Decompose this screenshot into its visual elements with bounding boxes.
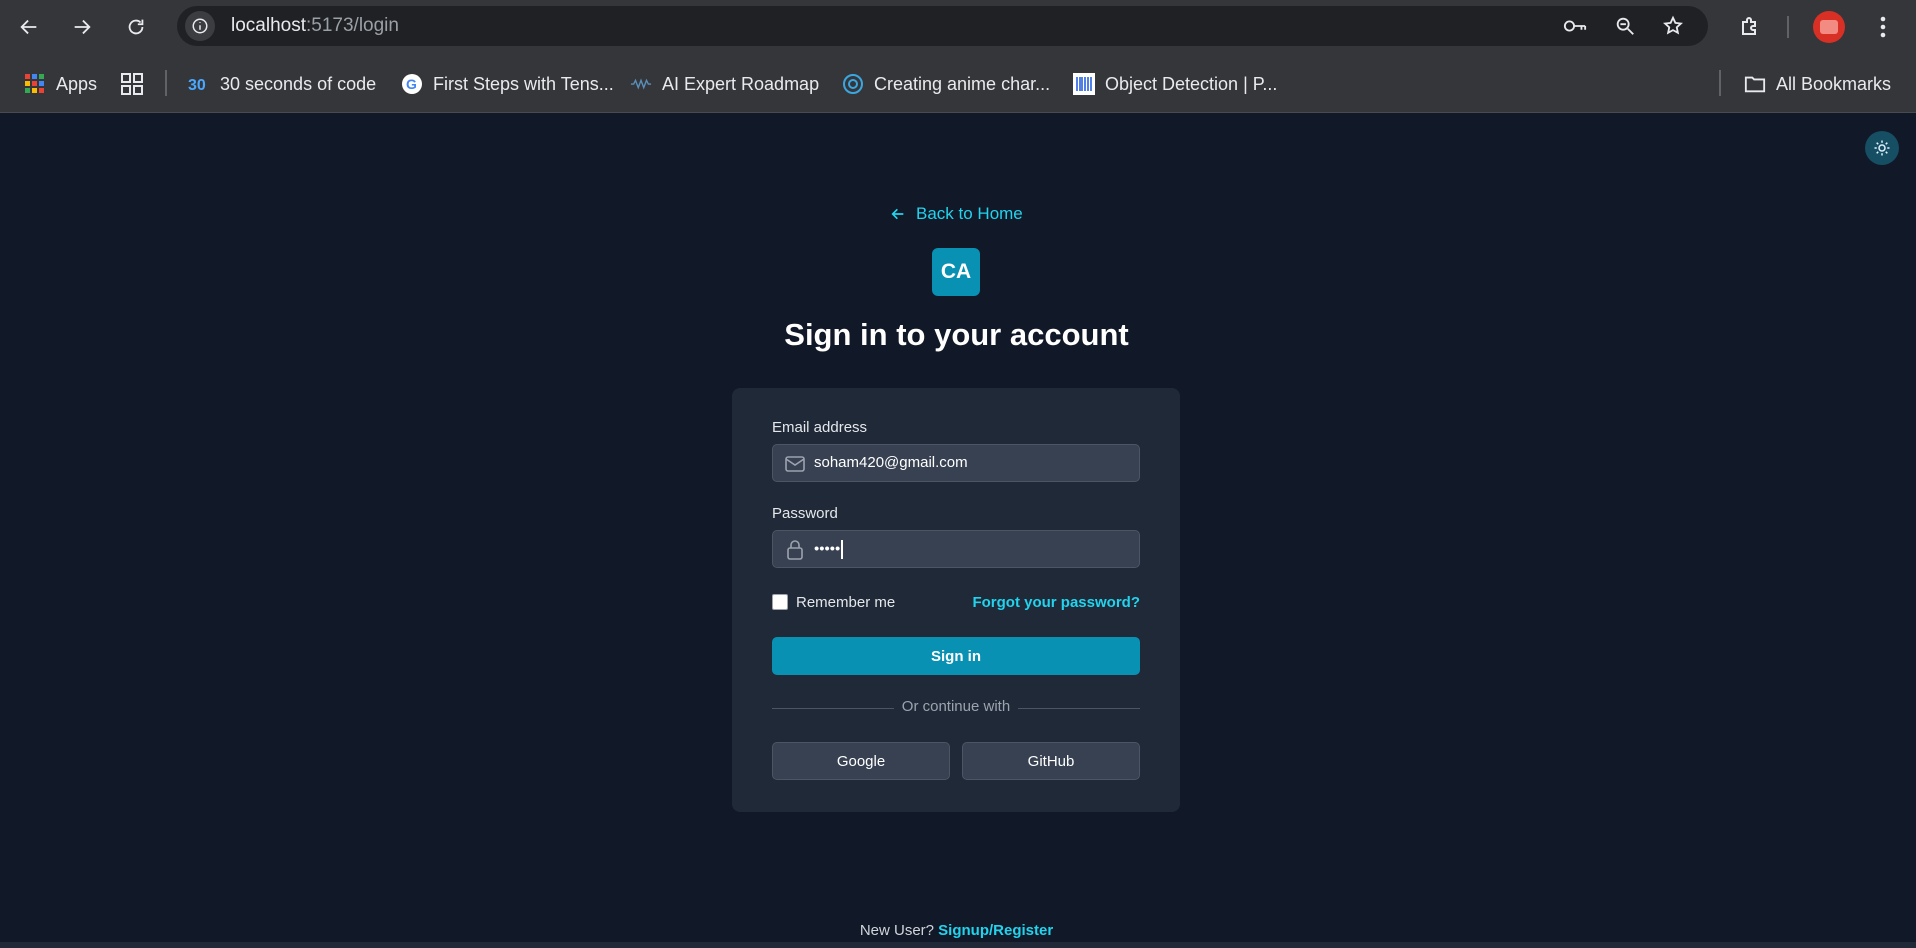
address-bar[interactable]: localhost:5173/login — [177, 6, 1708, 46]
theme-toggle-button[interactable] — [1865, 131, 1899, 165]
login-page: Back to Home CA Sign in to your account … — [0, 113, 1916, 942]
all-bookmarks-label: All Bookmarks — [1776, 73, 1892, 94]
divider-text: Or continue with — [893, 698, 1019, 715]
back-arrow-icon[interactable] — [12, 10, 46, 44]
all-bookmarks[interactable]: All Bookmarks — [1744, 69, 1891, 99]
bookmark-object-detection[interactable]: Object Detection | P... — [1073, 69, 1277, 99]
extensions-icon[interactable] — [1735, 12, 1765, 42]
password-value: ••••• — [814, 540, 844, 559]
toolbar-divider — [1787, 16, 1789, 38]
bookmarks-divider — [1719, 70, 1721, 96]
tab-groups-icon[interactable] — [121, 69, 143, 99]
google-icon: G — [401, 73, 423, 95]
bookmark-anime[interactable]: Creating anime char... — [842, 69, 1050, 99]
password-field[interactable]: ••••• — [772, 530, 1140, 568]
remember-me-checkbox[interactable] — [772, 594, 788, 610]
url-path: :5173/login — [306, 15, 399, 36]
email-field[interactable]: soham420@gmail.com — [772, 444, 1140, 482]
svg-text:30: 30 — [188, 77, 206, 93]
zoom-icon[interactable] — [1613, 14, 1637, 38]
signup-register-link[interactable]: Signup/Register — [938, 922, 1053, 939]
bottom-bar — [0, 942, 1916, 948]
sign-in-button[interactable]: Sign in — [772, 637, 1140, 675]
footer: New User? Signup/Register — [0, 922, 1913, 939]
forward-arrow-icon[interactable] — [65, 10, 99, 44]
mail-icon — [785, 454, 805, 474]
password-label: Password — [772, 505, 838, 522]
google-button[interactable]: Google — [772, 742, 950, 780]
bookmark-star-icon[interactable] — [1661, 14, 1685, 38]
bookmark-label: AI Expert Roadmap — [662, 73, 820, 94]
profile-avatar[interactable] — [1813, 11, 1845, 43]
bookmarks-bar: Apps 30 30 seconds of code G First Steps… — [0, 54, 1916, 113]
login-card: Email address soham420@gmail.com Passwor… — [732, 388, 1180, 812]
divider: Or continue with — [732, 698, 1180, 716]
bookmark-ai-roadmap[interactable]: AI Expert Roadmap — [630, 69, 819, 99]
bookmark-apps[interactable]: Apps — [24, 69, 97, 99]
page-title: Sign in to your account — [784, 317, 1129, 352]
svg-text:G: G — [406, 76, 417, 92]
kebab-menu-icon[interactable] — [1868, 12, 1898, 42]
email-value: soham420@gmail.com — [814, 454, 968, 471]
key-icon[interactable] — [1563, 14, 1587, 38]
bookmark-30-seconds[interactable]: 30 30 seconds of code — [188, 69, 376, 99]
email-label: Email address — [772, 419, 868, 436]
password-dots: ••••• — [814, 540, 841, 558]
apps-grid-icon — [24, 73, 46, 95]
bookmark-label: Apps — [56, 73, 98, 94]
30s-icon: 30 — [188, 73, 210, 95]
bookmark-label: 30 seconds of code — [220, 73, 377, 94]
text-caret — [841, 540, 844, 559]
new-user-text: New User? — [859, 922, 934, 939]
folder-icon — [1744, 73, 1766, 95]
bookmark-label: Object Detection | P... — [1105, 73, 1278, 94]
ai-roadmap-icon — [630, 73, 652, 95]
url-text[interactable]: localhost:5173/login — [231, 15, 399, 37]
reload-icon[interactable] — [119, 10, 153, 44]
browser-toolbar: localhost:5173/login — [0, 0, 1916, 54]
url-host: localhost — [231, 15, 306, 36]
arrow-left-icon — [890, 206, 906, 222]
forgot-password-link[interactable]: Forgot your password? — [972, 594, 1140, 611]
lock-icon — [785, 540, 805, 560]
back-link-label: Back to Home — [916, 204, 1023, 223]
back-to-home-link[interactable]: Back to Home — [890, 201, 1023, 227]
bookmark-first-steps[interactable]: G First Steps with Tens... — [401, 69, 614, 99]
bookmarks-divider — [165, 70, 167, 96]
bookmark-label: Creating anime char... — [874, 73, 1051, 94]
remember-me-label[interactable]: Remember me — [796, 594, 895, 611]
app-logo: CA — [932, 248, 980, 296]
bookmark-label: First Steps with Tens... — [433, 73, 614, 94]
sun-icon — [1874, 140, 1890, 156]
barcode-icon — [1073, 73, 1095, 95]
github-button[interactable]: GitHub — [962, 742, 1140, 780]
site-info-icon[interactable] — [185, 11, 215, 41]
anime-icon — [842, 73, 864, 95]
